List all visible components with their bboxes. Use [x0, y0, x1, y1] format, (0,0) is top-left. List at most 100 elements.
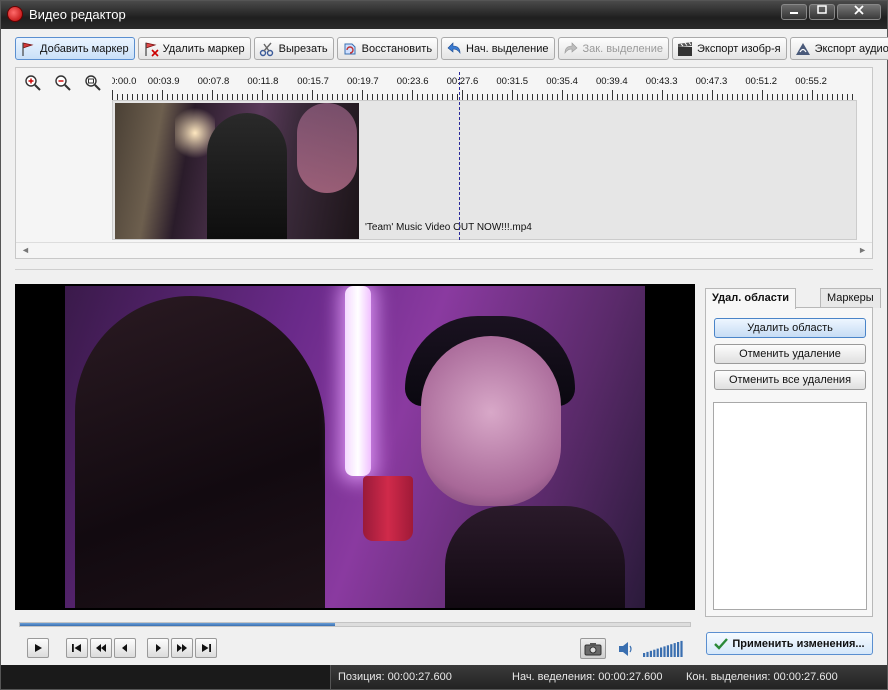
ruler-tick-label: 00:19.7: [347, 76, 379, 87]
minimize-button[interactable]: [781, 4, 807, 20]
volume-bar: [666, 645, 669, 657]
undo-delete-button[interactable]: Отменить удаление: [714, 344, 866, 364]
tab-deleted-areas-label: Удал. области: [712, 292, 789, 304]
volume-bar: [653, 649, 656, 657]
play-button[interactable]: [27, 638, 49, 658]
scroll-left-icon[interactable]: ◄: [21, 245, 30, 255]
add-marker-label: Добавить маркер: [40, 42, 129, 55]
ruler-tick-label: 00:23.6: [396, 76, 429, 87]
go-to-start-button[interactable]: [66, 638, 88, 658]
window-title: Видео редактор: [29, 7, 126, 22]
export-audio-button[interactable]: Экспорт аудио: [789, 37, 888, 60]
volume-slider[interactable]: [643, 639, 685, 657]
undo-all-deletes-button[interactable]: Отменить все удаления: [714, 370, 866, 390]
panel-divider[interactable]: [15, 269, 873, 270]
scissors-icon: [259, 41, 275, 57]
timeline-panel: 0:00.0 00:03.9 00:07.8 00:11.8 00:15.7 00:19.…: [15, 67, 873, 259]
checkmark-icon: [714, 637, 729, 650]
status-position: Позиция: 00:00:27.600: [338, 671, 452, 683]
play-icon: [35, 644, 42, 652]
volume-bar: [649, 650, 652, 657]
ruler-tick-label: 00:39.4: [596, 76, 628, 87]
fast-forward-icon: [177, 644, 187, 652]
ruler-tick-label: 00:27.6: [446, 76, 479, 87]
clip-thumbnail[interactable]: [115, 103, 359, 239]
zoom-in-icon: [25, 75, 41, 91]
export-images-button[interactable]: Экспорт изобр-я: [672, 37, 787, 60]
zoom-fit-icon: [85, 75, 101, 91]
selection-end-label: Зак. выделение: [582, 42, 663, 55]
scroll-right-icon[interactable]: ►: [858, 245, 867, 255]
video-frame: [65, 286, 645, 608]
flag-remove-icon: [143, 41, 159, 57]
deleted-areas-panel: Удалить область Отменить удаление Отмени…: [705, 307, 873, 617]
snapshot-button[interactable]: [580, 638, 606, 659]
restore-label: Восстановить: [361, 42, 433, 55]
cut-button[interactable]: Вырезать: [253, 37, 334, 60]
zoom-in-button[interactable]: [24, 74, 42, 92]
tab-markers[interactable]: Маркеры: [820, 288, 881, 308]
thumbnail-figure: [207, 113, 287, 239]
restore-button[interactable]: Восстановить: [336, 37, 439, 60]
video-track[interactable]: 'Team' Music Video OUT NOW!!!.mp4: [112, 100, 857, 240]
maximize-button[interactable]: [809, 4, 835, 20]
volume-bar: [646, 651, 649, 657]
ruler-tick-label: 00:31.5: [496, 76, 529, 87]
frame-person-left: [75, 296, 325, 608]
remove-marker-label: Удалить маркер: [162, 42, 245, 55]
maximize-icon: [817, 5, 827, 14]
toolbar: Добавить маркер Удалить маркер Вырезать …: [15, 37, 888, 61]
zoom-fit-button[interactable]: [84, 74, 102, 92]
ruler-tick-label: 00:07.8: [197, 76, 230, 87]
frame-neon-light: [345, 286, 371, 476]
step-back-button[interactable]: [114, 638, 136, 658]
step-forward-button[interactable]: [147, 638, 169, 658]
deleted-areas-list[interactable]: [713, 402, 867, 610]
title-bar[interactable]: Видео редактор: [1, 1, 887, 29]
close-icon: [854, 5, 864, 15]
volume-bar: [670, 644, 673, 657]
ruler-tick-label: 00:51.2: [745, 76, 778, 87]
ruler-tick-label: 00:35.4: [546, 76, 578, 87]
clip-name: 'Team' Music Video OUT NOW!!!.mp4: [365, 222, 532, 233]
playback-progress-bar[interactable]: [19, 622, 691, 627]
apply-changes-button[interactable]: Применить изменения...: [706, 632, 873, 655]
tab-deleted-areas[interactable]: Удал. области: [705, 288, 796, 309]
ruler-tick-label: 00:55.2: [795, 76, 827, 87]
apply-changes-label: Применить изменения...: [732, 637, 865, 650]
volume-bar: [643, 653, 646, 657]
flag-add-icon: [20, 41, 36, 57]
close-button[interactable]: [837, 4, 881, 20]
volume-bar: [677, 642, 680, 657]
fast-forward-button[interactable]: [171, 638, 193, 658]
app-icon: [7, 6, 23, 22]
audio-export-icon: [795, 41, 811, 57]
export-audio-label: Экспорт аудио: [814, 42, 888, 55]
ruler-tick-label: 00:43.3: [645, 76, 678, 87]
redo-arrow-icon: [563, 41, 579, 57]
tab-markers-label: Маркеры: [827, 292, 874, 304]
video-editor-window: Видео редактор Добавить маркер Удалить м…: [0, 0, 888, 690]
timeline-scrollbar[interactable]: ◄ ►: [16, 242, 872, 258]
window-controls: [781, 4, 881, 20]
ruler-tick-label: 0:00.0: [112, 76, 137, 87]
step-back-icon: [122, 644, 127, 652]
video-preview[interactable]: [15, 284, 695, 610]
skip-start-icon: [72, 644, 81, 652]
zoom-out-button[interactable]: [54, 74, 72, 92]
frame-cup: [363, 476, 413, 541]
volume-bar: [660, 647, 663, 657]
cut-label: Вырезать: [278, 42, 328, 55]
delete-area-button[interactable]: Удалить область: [714, 318, 866, 338]
clapperboard-icon: [677, 41, 693, 57]
selection-end-button[interactable]: Зак. выделение: [557, 37, 669, 60]
go-to-end-button[interactable]: [195, 638, 217, 658]
status-left-area: [1, 665, 331, 689]
selection-start-button[interactable]: Нач. выделение: [441, 37, 555, 60]
playhead-marker[interactable]: [459, 72, 460, 240]
speaker-icon[interactable]: [617, 641, 635, 657]
remove-marker-button[interactable]: Удалить маркер: [137, 37, 251, 60]
add-marker-button[interactable]: Добавить маркер: [15, 37, 135, 60]
rewind-button[interactable]: [90, 638, 112, 658]
timeline-ruler[interactable]: 0:00.0 00:03.9 00:07.8 00:11.8 00:15.7 00:19.…: [112, 72, 857, 100]
